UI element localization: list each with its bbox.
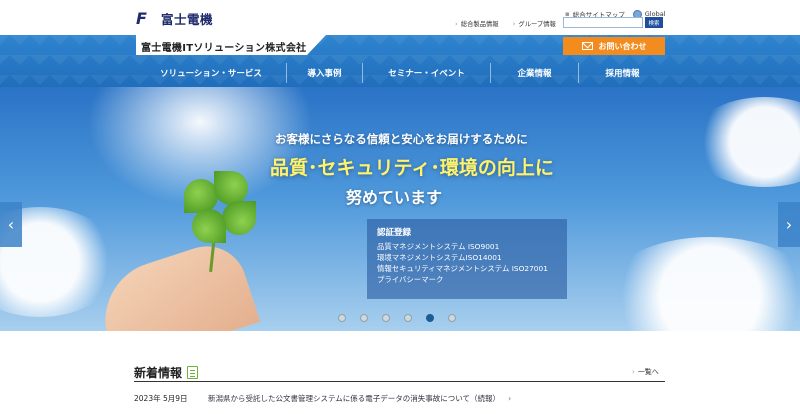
search-box: 検索 (563, 17, 663, 28)
chevron-right-icon: › (455, 19, 458, 28)
chevron-right-icon: › (508, 394, 512, 403)
cert-title: 認証登録 (377, 228, 412, 238)
cloud-image (690, 97, 800, 187)
cert-item: プライバシーマーク (377, 275, 444, 284)
clover-leaf (184, 179, 218, 213)
fe-logo-icon: F (136, 8, 147, 28)
fuji-electric-logo[interactable]: F 富士電機 (136, 9, 213, 28)
nav-company[interactable]: 企業情報 (490, 63, 578, 83)
chevron-right-icon: › (512, 19, 516, 28)
hero-headline-1: お客様にさらなる信頼と安心をお届けするために (275, 132, 528, 146)
brand-name: 富士電機 (161, 12, 214, 27)
news-heading: 新着情報 (134, 364, 199, 381)
nav-seminars[interactable]: セミナー・イベント (362, 63, 490, 83)
news-link-text[interactable]: 新潟県から受託した公文書管理システムに係る電子データの消失事故について（続報） (208, 393, 500, 404)
slider-dot[interactable] (426, 314, 434, 322)
global-nav: ソリューション・サービス 導入事例 セミナー・イベント 企業情報 採用情報 (136, 63, 666, 83)
clover-leaf (214, 171, 248, 205)
slider-next-button[interactable]: › (778, 202, 800, 247)
contact-button[interactable]: お問い合わせ (563, 37, 665, 55)
cert-item: 品質マネジメントシステム ISO9001 (377, 242, 500, 251)
hero-headline-3: 努めています (346, 188, 443, 207)
slider-dot[interactable] (382, 314, 390, 322)
chevron-left-icon: ‹ (7, 215, 15, 234)
nav-case-studies[interactable]: 導入事例 (286, 63, 362, 83)
hero-slider: お客様にさらなる信頼と安心をお届けするために 品質･セキュリティ･環境の向上に … (0, 87, 800, 331)
header-band: 富士電機ITソリューション株式会社 お問い合わせ ソリューション・サービス 導入… (0, 35, 800, 87)
hero-headline-2: 品質･セキュリティ･環境の向上に (270, 157, 554, 179)
news-item[interactable]: 2023年 5月9日 新潟県から受託した公文書管理システムに係る電子データの消失… (134, 393, 511, 404)
chevron-right-icon: › (785, 215, 793, 234)
search-input[interactable] (563, 17, 643, 28)
news-list-link[interactable]: › 一覧へ (632, 367, 659, 377)
slider-dot[interactable] (404, 314, 412, 322)
mail-icon (581, 42, 593, 50)
slider-dot[interactable] (448, 314, 456, 322)
news-divider (134, 381, 665, 382)
memo-icon (187, 366, 199, 379)
chevron-right-icon: › (632, 368, 635, 376)
nav-solutions[interactable]: ソリューション・サービス (136, 63, 286, 83)
clover-leaf (222, 201, 256, 235)
product-links: › 総合製品情報 › グループ情報 (455, 19, 570, 29)
company-name-plate[interactable]: 富士電機ITソリューション株式会社 (136, 35, 326, 55)
cert-item: 情報セキュリティマネジメントシステム ISO27001 (377, 264, 548, 273)
company-name: 富士電機ITソリューション株式会社 (141, 43, 307, 54)
nav-recruit[interactable]: 採用情報 (578, 63, 666, 83)
products-link[interactable]: › 総合製品情報 (455, 19, 499, 29)
slider-dot[interactable] (360, 314, 368, 322)
cert-item: 環境マネジメントシステムISO14001 (377, 253, 502, 262)
clover-leaf (192, 209, 226, 243)
slider-pagination (338, 314, 470, 322)
slider-prev-button[interactable]: ‹ (0, 202, 22, 247)
slider-dot[interactable] (338, 314, 346, 322)
cloud-image (600, 237, 800, 331)
news-date: 2023年 5月9日 (134, 394, 188, 403)
certification-box: 認証登録 品質マネジメントシステム ISO9001 環境マネジメントシステムIS… (367, 219, 567, 299)
group-info-link[interactable]: › グループ情報 (512, 19, 556, 29)
search-button[interactable]: 検索 (645, 17, 663, 28)
top-bar: F 富士電機 ▪ 総合サイトマップ Global › 総合製品情報 › グループ情報 … (0, 0, 800, 35)
